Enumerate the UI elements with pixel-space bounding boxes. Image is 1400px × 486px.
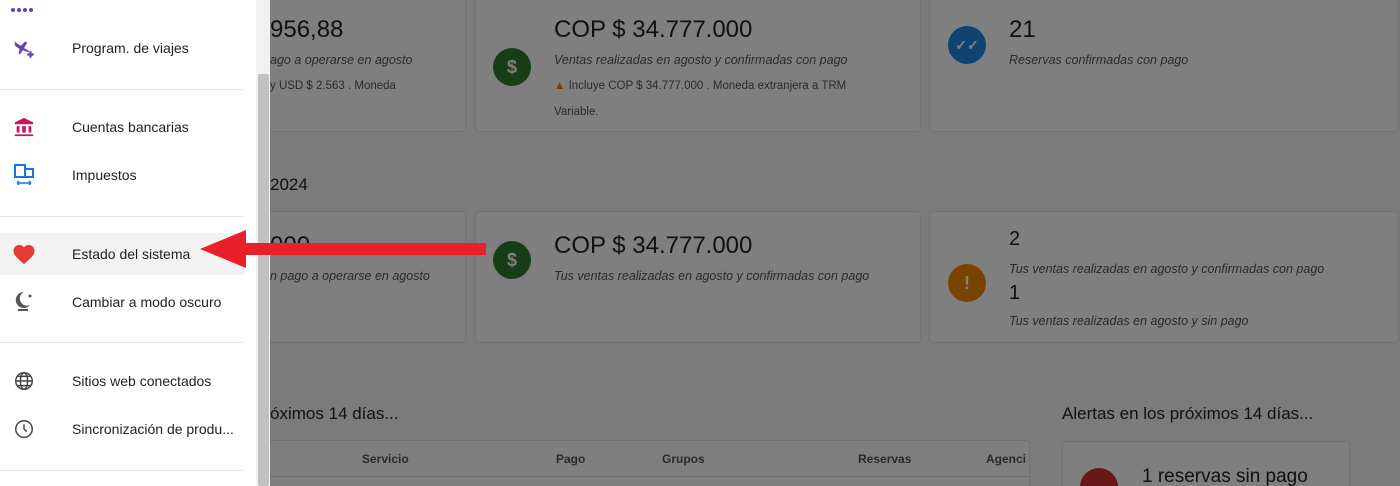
- menu-divider: [0, 89, 244, 90]
- menu-item-label: Sincronización de produ...: [72, 421, 234, 437]
- menu-item-label: Sitios web conectados: [72, 373, 212, 389]
- menu-item-program-viajes[interactable]: Program. de viajes: [0, 27, 244, 69]
- menu-item-cuentas-bancarias[interactable]: Cuentas bancarias: [0, 106, 244, 148]
- tax-icon: [10, 161, 38, 189]
- menu-item-label: Program. de viajes: [72, 40, 189, 56]
- menu-item-sincronizacion[interactable]: Sincronización de produ...: [0, 408, 244, 450]
- menu-divider: [0, 470, 244, 471]
- menu-divider: [0, 342, 244, 343]
- menu-item-label: Cuentas bancarias: [72, 119, 189, 135]
- annotation-arrow: [200, 230, 486, 268]
- globe-icon: [10, 367, 38, 395]
- dots-icon: [10, 0, 38, 12]
- menu-divider: [0, 216, 244, 217]
- clock-icon: [10, 415, 38, 443]
- menu-item-modo-oscuro[interactable]: Cambiar a modo oscuro: [0, 281, 244, 323]
- menu-item-impuestos[interactable]: Impuestos: [0, 154, 244, 196]
- bank-icon: [10, 113, 38, 141]
- dark-mode-icon: [10, 288, 38, 316]
- menu-item-sitios-web[interactable]: Sitios web conectados: [0, 360, 244, 402]
- menu-item-label: Cambiar a modo oscuro: [72, 294, 222, 310]
- menu-item-label: Impuestos: [72, 167, 137, 183]
- menu-item-label: Estado del sistema: [72, 246, 191, 262]
- heart-icon: [10, 240, 38, 268]
- flight-plus-icon: [10, 34, 38, 62]
- drawer-scrollbar-thumb[interactable]: [258, 74, 269, 486]
